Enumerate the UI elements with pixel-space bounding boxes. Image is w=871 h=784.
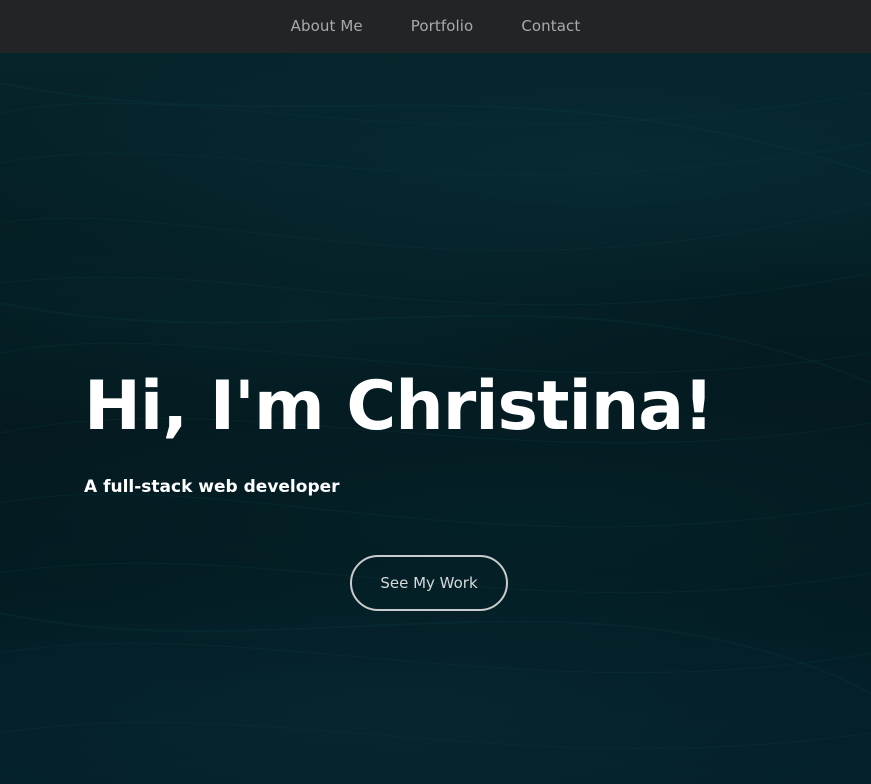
hero-subtitle: A full-stack web developer (84, 477, 340, 497)
page: About Me Portfolio Contact Hi, I'm Chris… (0, 0, 871, 784)
nav-link-about-me[interactable]: About Me (291, 17, 363, 37)
hero-title: Hi, I'm Christina! (84, 367, 714, 446)
nav-link-contact[interactable]: Contact (521, 17, 580, 37)
see-my-work-button[interactable]: See My Work (350, 555, 508, 611)
hero-section: Hi, I'm Christina! A full-stack web deve… (0, 53, 871, 784)
top-navbar: About Me Portfolio Contact (0, 0, 871, 53)
nav-link-portfolio[interactable]: Portfolio (411, 17, 474, 37)
